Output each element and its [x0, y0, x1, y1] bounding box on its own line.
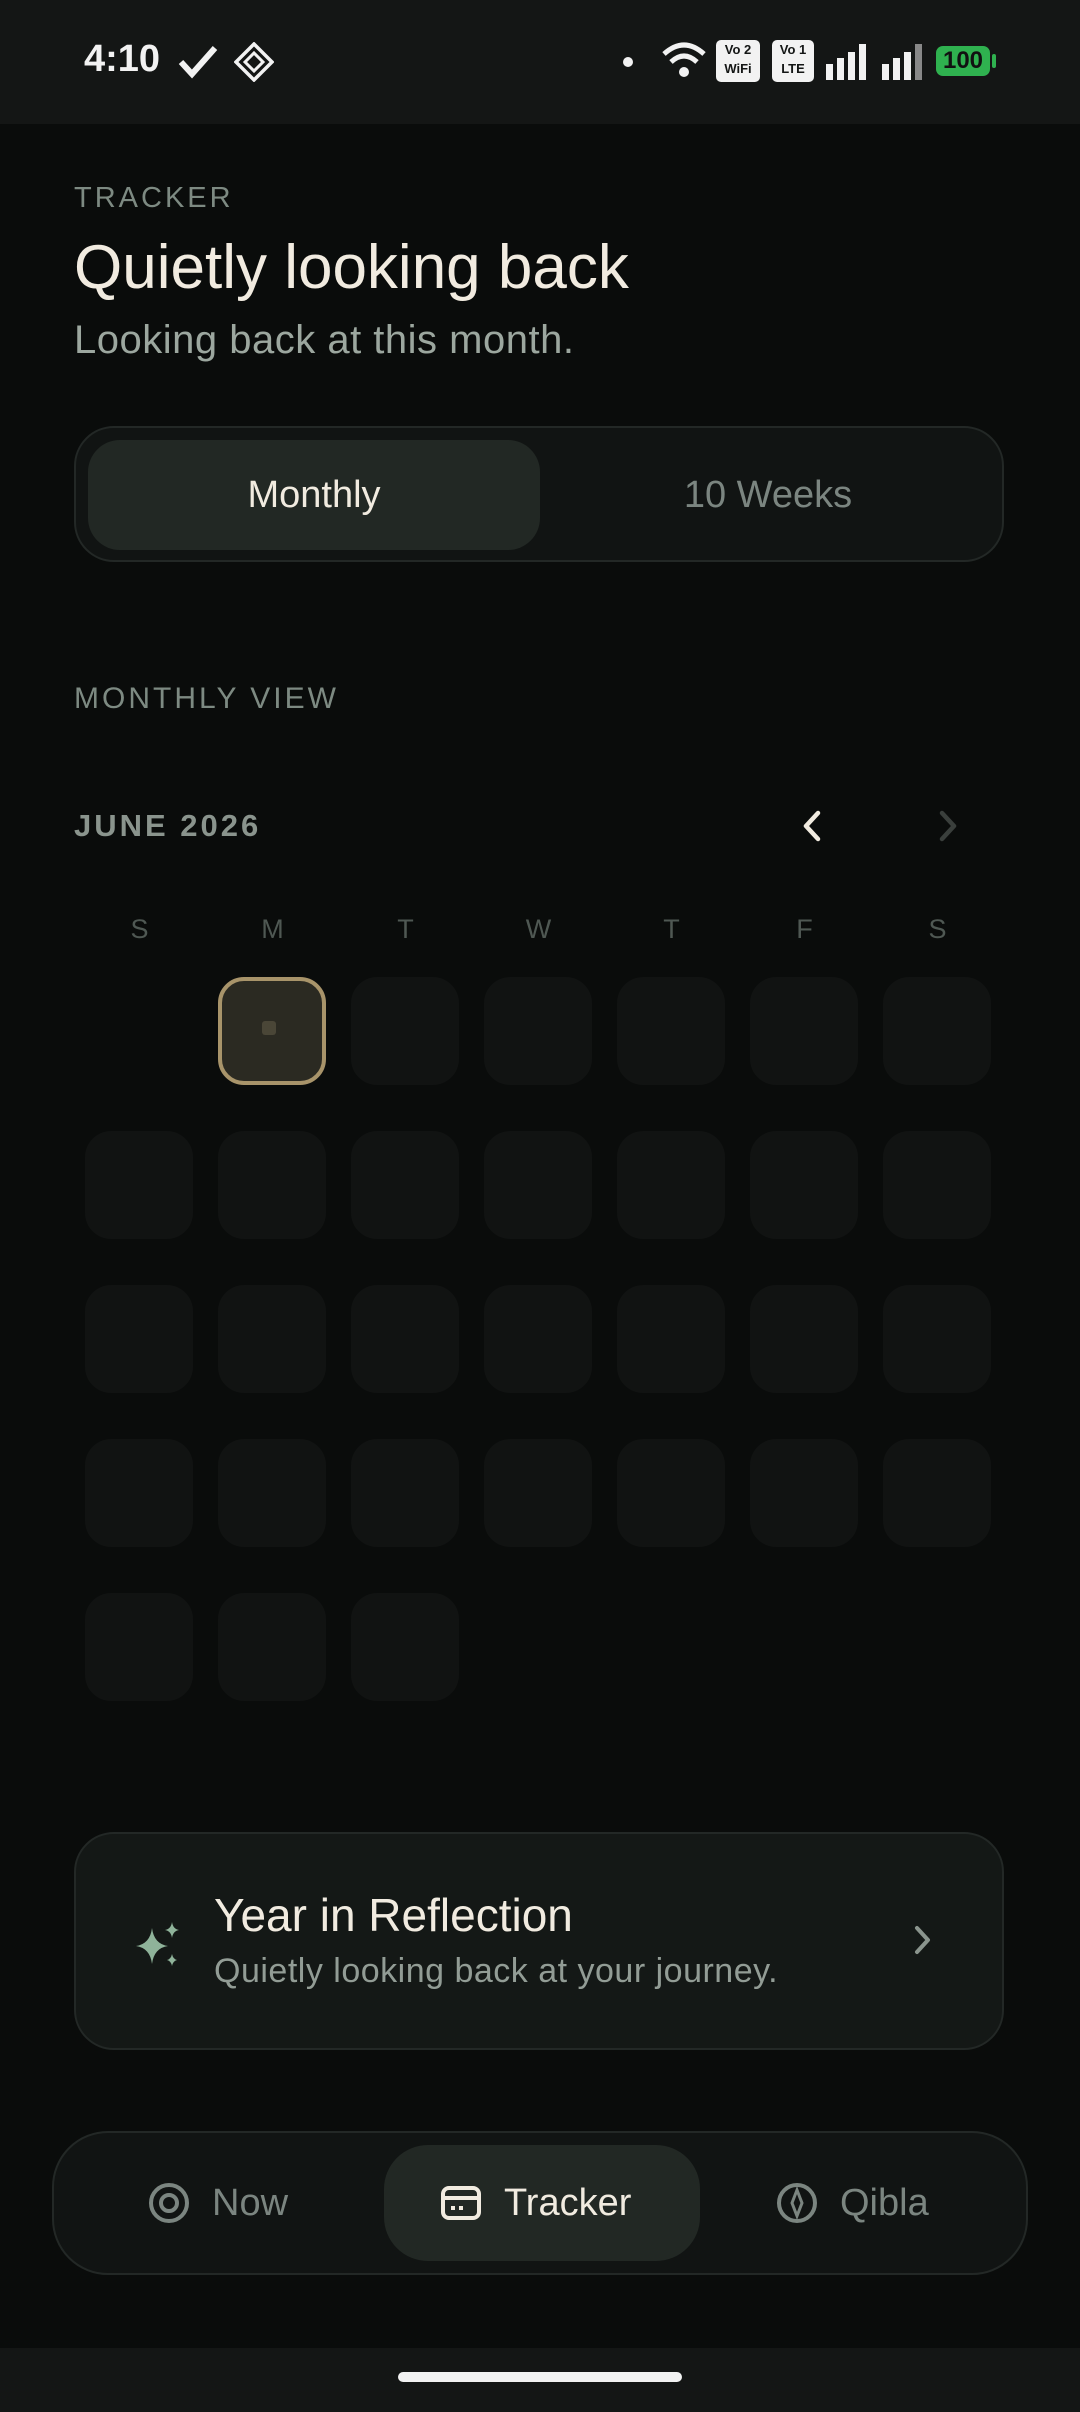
calendar-day[interactable] [218, 1439, 326, 1547]
calendar-day[interactable] [351, 1131, 459, 1239]
day-marker [262, 1021, 276, 1035]
calendar-day[interactable] [218, 1593, 326, 1701]
segment-10-weeks[interactable]: 10 Weeks [542, 440, 994, 550]
status-time: 4:10 [84, 38, 161, 80]
page-title: Quietly looking back [74, 233, 629, 302]
diamond-app-icon [234, 42, 274, 82]
check-icon [178, 46, 218, 79]
home-indicator[interactable] [398, 2372, 682, 2382]
card-title: Year in Reflection [214, 1889, 573, 1941]
signal-icon-2 [882, 44, 922, 80]
calendar-day[interactable] [617, 1439, 725, 1547]
calendar-day[interactable] [351, 1439, 459, 1547]
calendar-day[interactable] [218, 1285, 326, 1393]
calendar-day[interactable] [750, 1285, 858, 1393]
calendar-day[interactable] [883, 1131, 991, 1239]
gesture-bar [0, 2348, 1080, 2412]
chevron-left-icon [803, 810, 821, 842]
calendar-day[interactable] [351, 1593, 459, 1701]
calendar-day[interactable] [484, 1439, 592, 1547]
chevron-right-icon [939, 810, 957, 842]
weekday-wed: W [525, 914, 553, 944]
calendar-day[interactable] [484, 1131, 592, 1239]
tracker-screen: TRACKER Quietly looking back Looking bac… [0, 124, 1080, 2348]
calendar-day[interactable] [883, 977, 991, 1085]
calendar-day[interactable] [218, 1131, 326, 1239]
year-in-reflection-card[interactable]: Year in Reflection Quietly looking back … [74, 1832, 1004, 2050]
tab-now[interactable]: Now [148, 2145, 348, 2261]
volte-wifi-badge: Vo 2 WiFi [716, 40, 760, 82]
calendar-day[interactable] [351, 1285, 459, 1393]
weekday-thu: T [663, 914, 681, 944]
tab-now-label: Now [212, 2181, 289, 2224]
next-month-button[interactable] [918, 796, 978, 856]
calendar-day[interactable] [617, 1131, 725, 1239]
wifi-icon [662, 42, 706, 77]
view-segmented-control: Monthly 10 Weeks [74, 426, 1004, 562]
calendar-day[interactable] [883, 1439, 991, 1547]
calendar-day[interactable] [617, 1285, 725, 1393]
calendar-day[interactable] [85, 1439, 193, 1547]
calendar-day[interactable] [617, 977, 725, 1085]
notification-dot-icon [623, 57, 633, 67]
calendar-day[interactable] [351, 977, 459, 1085]
page-subtitle: Looking back at this month. [74, 318, 575, 362]
bottom-tab-bar: Now Tracker Qibla [52, 2131, 1028, 2275]
weekday-tue: T [397, 914, 415, 944]
calendar-card-icon [441, 2186, 481, 2220]
calendar-day[interactable] [484, 1285, 592, 1393]
sparkle-icon [136, 1922, 179, 1966]
calendar-day[interactable] [85, 1131, 193, 1239]
weekday-sat: S [928, 914, 948, 944]
segment-monthly[interactable]: Monthly [88, 440, 540, 550]
target-icon [149, 2183, 189, 2223]
weekday-sun: S [130, 914, 150, 944]
month-label: JUNE 2026 [74, 808, 262, 843]
weekday-fri: F [796, 914, 814, 944]
signal-icon [826, 44, 866, 80]
tab-qibla-label: Qibla [840, 2181, 929, 2224]
compass-icon [777, 2183, 817, 2223]
calendar-day[interactable] [85, 1593, 193, 1701]
calendar-day[interactable] [883, 1285, 991, 1393]
page-eyebrow: TRACKER [74, 182, 234, 214]
section-label: MONTHLY VIEW [74, 682, 339, 715]
chevron-right-icon [915, 1926, 930, 1954]
previous-month-button[interactable] [782, 796, 842, 856]
battery-tip [992, 54, 996, 68]
tab-tracker[interactable]: Tracker [384, 2145, 700, 2261]
weekday-mon: M [261, 914, 285, 944]
calendar-day[interactable] [750, 977, 858, 1085]
calendar-day[interactable] [85, 1285, 193, 1393]
calendar-day[interactable] [484, 977, 592, 1085]
tab-qibla[interactable]: Qibla [776, 2145, 996, 2261]
card-subtitle: Quietly looking back at your journey. [214, 1952, 779, 1990]
tab-tracker-label: Tracker [504, 2181, 632, 2224]
battery-indicator: 100 [936, 46, 990, 76]
volte-lte-badge: Vo 1 LTE [772, 40, 814, 82]
calendar-day[interactable] [750, 1131, 858, 1239]
calendar-day[interactable] [750, 1439, 858, 1547]
status-bar: 4:10 Vo 2 WiFi Vo 1 LTE 100 [0, 0, 1080, 124]
calendar-day-today[interactable] [218, 977, 326, 1085]
